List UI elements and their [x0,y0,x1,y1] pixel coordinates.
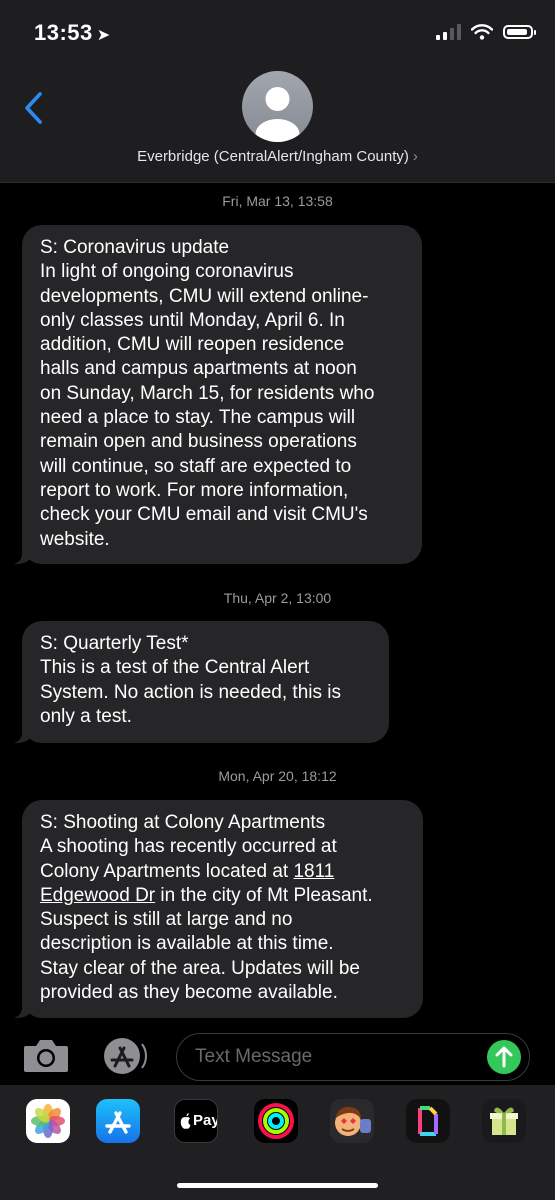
message-line: description is available at this time. [40,933,334,955]
cellular-signal-icon [436,24,461,40]
apple-pay-label: Pay [193,1112,218,1129]
message-input-placeholder: Text Message [195,1046,313,1067]
message-line: Edgewood Dr in the city of Mt Pleasant. [40,884,403,908]
message-line: developments, CMU will extend online- [40,285,369,307]
arrow-up-icon [495,1046,513,1068]
message-timestamp: Fri, Mar 13, 13:58 [222,193,333,209]
chevron-right-icon: › [412,148,418,165]
camera-icon [24,1040,68,1072]
status-bar-time: 13:53 ➤ [34,20,111,45]
activity-app-button[interactable] [254,1099,298,1143]
battery-icon [503,25,536,39]
apple-pay-app-button[interactable]: Pay [174,1099,218,1143]
gift-icon [490,1107,518,1135]
gift-app-button[interactable] [482,1099,526,1143]
app-store-icon [105,1111,131,1134]
gif-app-button[interactable] [406,1099,450,1143]
message-line: halls and campus apartments at noon [40,358,357,380]
message-composer: Text Message [0,1020,555,1095]
message-line: System. No action is needed, this is [40,681,341,703]
message-line: remain open and business operations [40,431,357,453]
chevron-left-icon [25,92,42,124]
memoji-app-button[interactable] [330,1099,374,1143]
message-timestamp: Mon, Apr 20, 18:12 [218,768,337,784]
photos-icon [31,1104,65,1138]
send-button[interactable] [487,1040,521,1074]
conversation-header: 13:53 ➤ Everbridge (CentralAlert/Ingham C… [0,0,555,183]
home-indicator[interactable] [177,1183,378,1188]
wifi-icon [471,24,493,40]
message-timestamp: Thu, Apr 2, 13:00 [223,590,332,606]
address-link[interactable]: 1811 [293,861,334,882]
back-button[interactable] [20,88,50,128]
message-bubble[interactable]: S: Coronavirus update In light of ongoin… [12,225,422,564]
message-line: S: Coronavirus update [40,237,230,258]
photos-app-button[interactable] [26,1099,70,1143]
contact-avatar[interactable] [242,71,313,142]
message-input[interactable]: Text Message [176,1033,530,1081]
message-text: in the city of Mt Pleasant. [155,884,373,906]
message-text: Colony Apartments located at [40,860,294,882]
status-bar-indicators [436,24,536,40]
app-store-app-button[interactable] [96,1099,140,1143]
message-line: addition, CMU will reopen residence [40,334,345,356]
message-line: only classes until Monday, April 6. In [40,309,345,331]
camera-button[interactable] [22,1036,70,1076]
message-line: website. [40,528,110,550]
message-line: A shooting has recently occurred at [40,836,337,858]
memoji-icon [335,1106,371,1136]
message-line: check your CMU email and visit CMU's [40,504,368,526]
message-line: on Sunday, March 15, for residents who [40,382,375,404]
gif-icon [418,1106,438,1136]
message-line: S: Shooting at Colony Apartments [40,812,326,833]
message-line: need a place to stay. The campus will [40,407,356,429]
message-line: will continue, so staff are expected to [40,455,352,477]
location-arrow-icon: ➤ [96,27,111,44]
message-line: S: Quarterly Test* [40,633,189,654]
message-line: Colony Apartments located at 1811 [40,860,403,884]
message-line: In light of ongoing coronavirus [40,261,294,283]
address-link[interactable]: Edgewood Dr [40,885,155,906]
contact-name[interactable]: Everbridge (CentralAlert/Ingham County) › [0,148,555,165]
message-line: Suspect is still at large and no [40,909,293,931]
message-bubble[interactable]: S: Quarterly Test* This is a test of the… [12,621,389,743]
message-line: only a test. [40,705,132,727]
message-line: report to work. For more information, [40,479,349,501]
activity-icon [258,1103,294,1139]
message-line: provided as they become available. [40,982,338,1004]
app-store-icon [104,1038,147,1074]
message-line: Stay clear of the area. Updates will be [40,957,361,979]
message-line: This is a test of the Central Alert [40,657,310,679]
app-store-button[interactable] [98,1036,148,1076]
person-icon [255,87,300,142]
message-bubble[interactable]: S: Shooting at Colony Apartments A shoot… [12,800,423,1018]
